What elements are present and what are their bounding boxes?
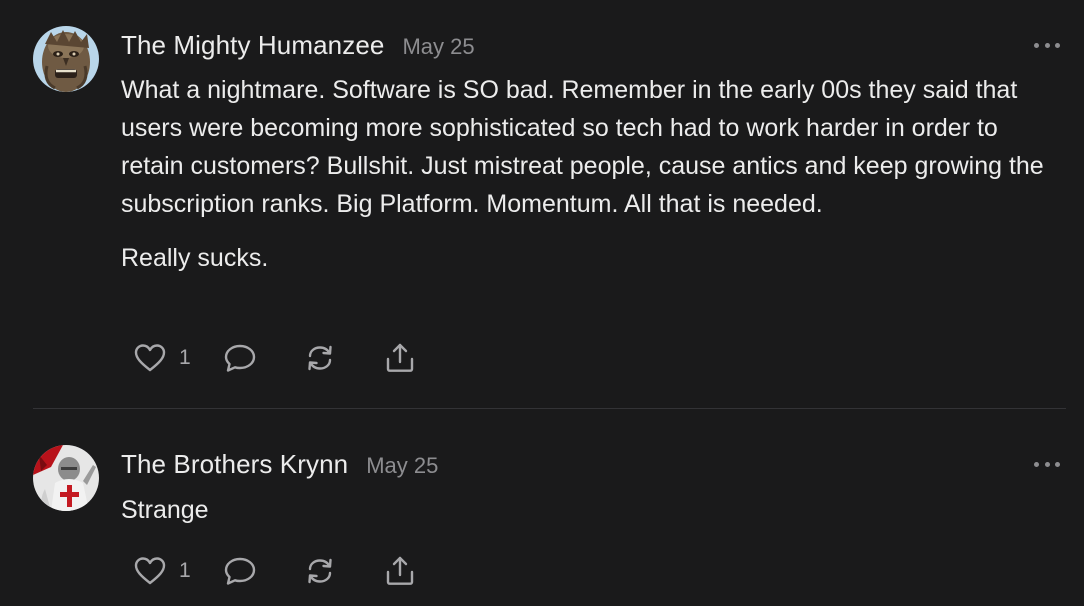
more-dots-icon xyxy=(1034,42,1039,48)
comment-body: What a nightmare. Software is SO bad. Re… xyxy=(121,71,1056,277)
comment-paragraph: Strange xyxy=(121,496,209,524)
comment: The Brothers Krynn May 25 Strange 1 xyxy=(0,409,1084,606)
author-name[interactable]: The Mighty Humanzee xyxy=(121,30,384,61)
heart-icon xyxy=(134,344,166,372)
comment-actions: 1 xyxy=(133,555,417,587)
restack-button[interactable] xyxy=(303,342,337,374)
share-icon xyxy=(386,343,413,372)
share-icon xyxy=(386,556,413,585)
like-button[interactable]: 1 xyxy=(133,342,191,374)
restack-arrows-icon xyxy=(307,558,332,584)
comment-date[interactable]: May 25 xyxy=(366,453,438,479)
like-count: 1 xyxy=(179,559,191,582)
comment-paragraph: What a nightmare. Software is SO bad. Re… xyxy=(121,76,1044,218)
reply-button[interactable] xyxy=(223,342,257,374)
restack-arrows-icon xyxy=(307,345,332,371)
share-button[interactable] xyxy=(383,342,417,374)
author-name[interactable]: The Brothers Krynn xyxy=(121,449,348,480)
like-count: 1 xyxy=(179,346,191,369)
share-button[interactable] xyxy=(383,555,417,587)
ape-face-avatar[interactable] xyxy=(33,26,99,92)
heart-icon xyxy=(134,557,166,585)
comment-bubble-icon xyxy=(224,344,255,372)
comment-paragraph: Really sucks. xyxy=(121,244,269,272)
restack-button[interactable] xyxy=(303,555,337,587)
comment-bubble-icon xyxy=(224,557,255,585)
more-options-button[interactable] xyxy=(1034,459,1060,469)
comment-actions: 1 xyxy=(133,342,417,374)
comment: The Mighty Humanzee May 25 What a nightm… xyxy=(0,0,1084,408)
crusader-knight-avatar[interactable] xyxy=(33,445,99,511)
reply-button[interactable] xyxy=(223,555,257,587)
comment-header: The Mighty Humanzee May 25 xyxy=(121,30,475,61)
comment-body: Strange xyxy=(121,491,1056,529)
more-options-button[interactable] xyxy=(1034,40,1060,50)
comment-date[interactable]: May 25 xyxy=(402,34,474,60)
comment-header: The Brothers Krynn May 25 xyxy=(121,449,438,480)
more-dots-icon xyxy=(1034,461,1039,467)
like-button[interactable]: 1 xyxy=(133,555,191,587)
